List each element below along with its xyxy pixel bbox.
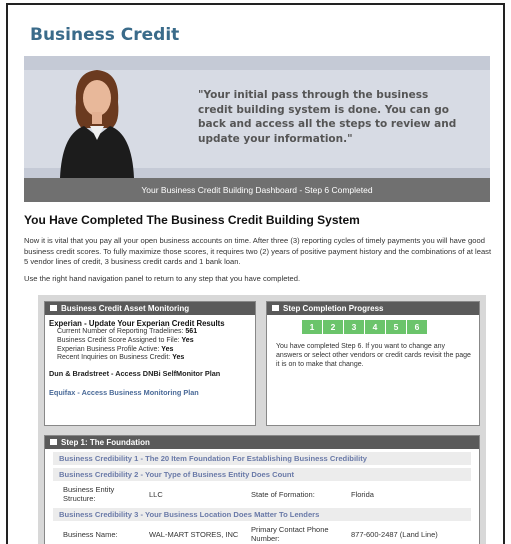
dnb-link[interactable]: Dun & Bradstreet - Access DNBi SelfMonit… bbox=[45, 363, 255, 378]
metric-label: Recent Inquiries on Business Credit: bbox=[57, 354, 171, 362]
state-value: Florida bbox=[351, 489, 374, 499]
collapse-icon[interactable] bbox=[50, 305, 57, 311]
metric-value: Yes bbox=[161, 345, 174, 353]
advisor-photo bbox=[60, 70, 134, 178]
experian-link[interactable]: Experian - Update Your Experian Credit R… bbox=[45, 315, 255, 328]
page-frame: Business Credit "Your initial pass throu… bbox=[6, 3, 505, 544]
collapse-icon[interactable] bbox=[272, 305, 279, 311]
entity-value: LLC bbox=[149, 489, 163, 499]
monitoring-title: Business Credit Asset Monitoring bbox=[61, 304, 190, 313]
monitoring-panel-header: Business Credit Asset Monitoring bbox=[45, 302, 255, 315]
phone-label: Primary Contact Phone Number: bbox=[251, 525, 329, 543]
foundation-panel-header: Step 1: The Foundation bbox=[45, 436, 479, 449]
phone-value: 877-600-2487 (Land Line) bbox=[351, 529, 438, 539]
credibility-1-link[interactable]: Business Credibility 1 - The 20 Item Fou… bbox=[53, 452, 471, 465]
business-name-label: Business Name: bbox=[63, 529, 118, 539]
business-name-value: WAL-MART STORES, INC bbox=[149, 529, 239, 539]
metric-row: Business Credit Score Assigned to File: … bbox=[45, 337, 255, 346]
equifax-link[interactable]: Equifax - Access Business Monitoring Pla… bbox=[45, 378, 255, 397]
credibility-3-link[interactable]: Business Credibility 3 - Your Business L… bbox=[53, 508, 471, 521]
progress-note: You have completed Step 6. If you want t… bbox=[276, 343, 471, 368]
intro-paragraph: Now it is vital that you pay all your op… bbox=[24, 236, 492, 266]
metric-label: Business Credit Score Assigned to File: bbox=[57, 336, 180, 344]
metric-value: Yes bbox=[172, 354, 185, 362]
collapse-icon[interactable] bbox=[50, 439, 57, 445]
metric-value: 561 bbox=[185, 328, 198, 335]
hero-banner: "Your initial pass through the business … bbox=[24, 56, 490, 178]
progress-panel-header: Step Completion Progress bbox=[267, 302, 479, 315]
step-2-button[interactable]: 2 bbox=[323, 320, 343, 334]
credibility-2-link[interactable]: Business Credibility 2 - Your Type of Bu… bbox=[53, 468, 471, 481]
page-title: Business Credit bbox=[30, 25, 180, 45]
dashboard-panels: Business Credit Asset Monitoring Experia… bbox=[38, 295, 486, 544]
step-5-button[interactable]: 5 bbox=[386, 320, 406, 334]
metric-label: Experian Business Profile Active: bbox=[57, 345, 160, 353]
metric-row: Experian Business Profile Active: Yes bbox=[45, 346, 255, 355]
hero-quote: "Your initial pass through the business … bbox=[198, 89, 457, 145]
step-4-button[interactable]: 4 bbox=[365, 320, 385, 334]
monitoring-panel: Business Credit Asset Monitoring Experia… bbox=[44, 301, 256, 426]
business-name-row: Business Name: WAL-MART STORES, INC Prim… bbox=[53, 523, 471, 544]
metric-label: Current Number of Reporting Tradelines: bbox=[57, 328, 184, 335]
foundation-title: Step 1: The Foundation bbox=[61, 438, 150, 447]
step-1-button[interactable]: 1 bbox=[302, 320, 322, 334]
metric-row: Current Number of Reporting Tradelines: … bbox=[45, 328, 255, 337]
progress-title: Step Completion Progress bbox=[283, 304, 384, 313]
foundation-panel: Step 1: The Foundation Business Credibil… bbox=[44, 435, 480, 544]
progress-panel: Step Completion Progress 1 2 3 4 5 6 You… bbox=[266, 301, 480, 426]
completion-heading: You Have Completed The Business Credit B… bbox=[24, 213, 360, 227]
entity-row: Business Entity Structure: LLC State of … bbox=[53, 483, 471, 505]
step-3-button[interactable]: 3 bbox=[344, 320, 364, 334]
step-indicator: 1 2 3 4 5 6 bbox=[302, 320, 479, 334]
dashboard-status-bar: Your Business Credit Building Dashboard … bbox=[24, 178, 490, 202]
step-6-button[interactable]: 6 bbox=[407, 320, 427, 334]
entity-label: Business Entity Structure: bbox=[63, 485, 115, 503]
metric-row: Recent Inquiries on Business Credit: Yes bbox=[45, 354, 255, 363]
metric-value: Yes bbox=[181, 336, 194, 344]
navigation-hint: Use the right hand navigation panel to r… bbox=[24, 274, 301, 283]
state-label: State of Formation: bbox=[251, 489, 315, 499]
